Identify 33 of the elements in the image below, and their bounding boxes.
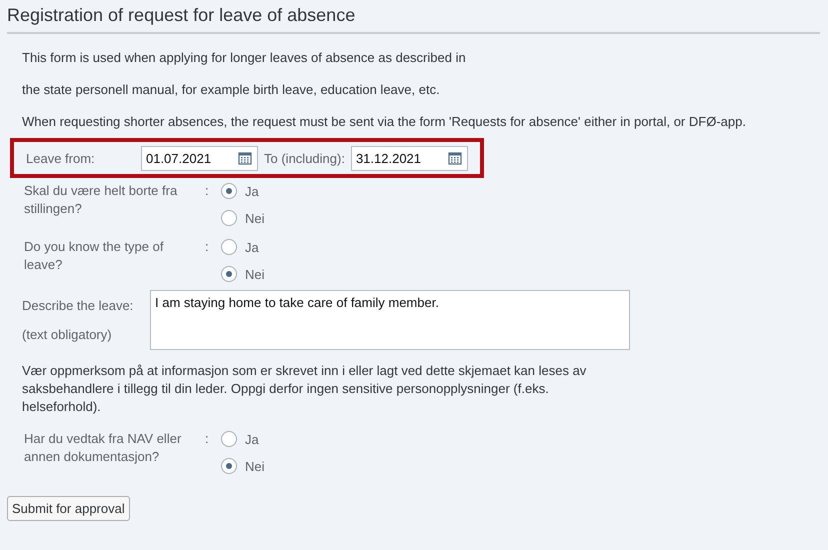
radio-button[interactable] (221, 183, 237, 199)
colon: : (205, 238, 210, 256)
radio-button[interactable] (221, 266, 237, 282)
option-label[interactable]: Ja (245, 184, 259, 198)
notice-text: Vær oppmerksom på at informasjon som er skrevet inn i eller lagt ved dette skjemaet kan leses av saksbehandlere i tillegg til din leder. Oppgi derfor ingen sensitive personopplysninger (f.eks. helseforhold). (22, 362, 588, 416)
description-field[interactable]: I am staying home to take care of family member. (150, 290, 630, 350)
colon: : (205, 430, 210, 448)
date-field[interactable]: 31.12.2021 (350, 146, 468, 170)
intro-text: This form is used when applying for longer leaves of absence as described in (22, 49, 467, 67)
question-label: Do you know the type of leave? (23, 238, 164, 274)
submit-button[interactable]: Submit for approval (7, 496, 130, 521)
option-label[interactable]: Ja (245, 432, 259, 446)
date-field[interactable]: 01.07.2021 (140, 146, 258, 170)
option-label[interactable]: Nei (245, 458, 265, 474)
option-label[interactable]: Nei (245, 210, 265, 226)
field-label: To (including): (264, 150, 345, 166)
page-title: Registration of request for leave of absence (7, 0, 820, 34)
field-label: Leave from: (26, 150, 96, 166)
radio-button[interactable] (221, 431, 237, 447)
colon: : (205, 182, 210, 200)
intro-text: the state personell manual, for example birth leave, education leave, etc. (22, 81, 441, 99)
field-label: Describe the leave: (22, 298, 134, 313)
radio-button[interactable] (221, 210, 237, 226)
question-label: Skal du være helt borte fra stillingen? (23, 182, 178, 218)
calendar-icon[interactable] (238, 151, 252, 165)
option-label[interactable]: Nei (245, 266, 265, 282)
question-label: Har du vedtak fra NAV eller annen dokumentasjon? (23, 430, 182, 466)
calendar-icon[interactable] (448, 151, 462, 165)
option-label[interactable]: Ja (245, 240, 259, 254)
radio-button[interactable] (221, 239, 237, 255)
intro-text: When requesting shorter absences, the request must be sent via the form 'Requests for absence' either in portal, or DFØ-app. (22, 113, 747, 131)
radio-button[interactable] (221, 458, 237, 474)
field-note: (text obligatory) (22, 327, 113, 342)
